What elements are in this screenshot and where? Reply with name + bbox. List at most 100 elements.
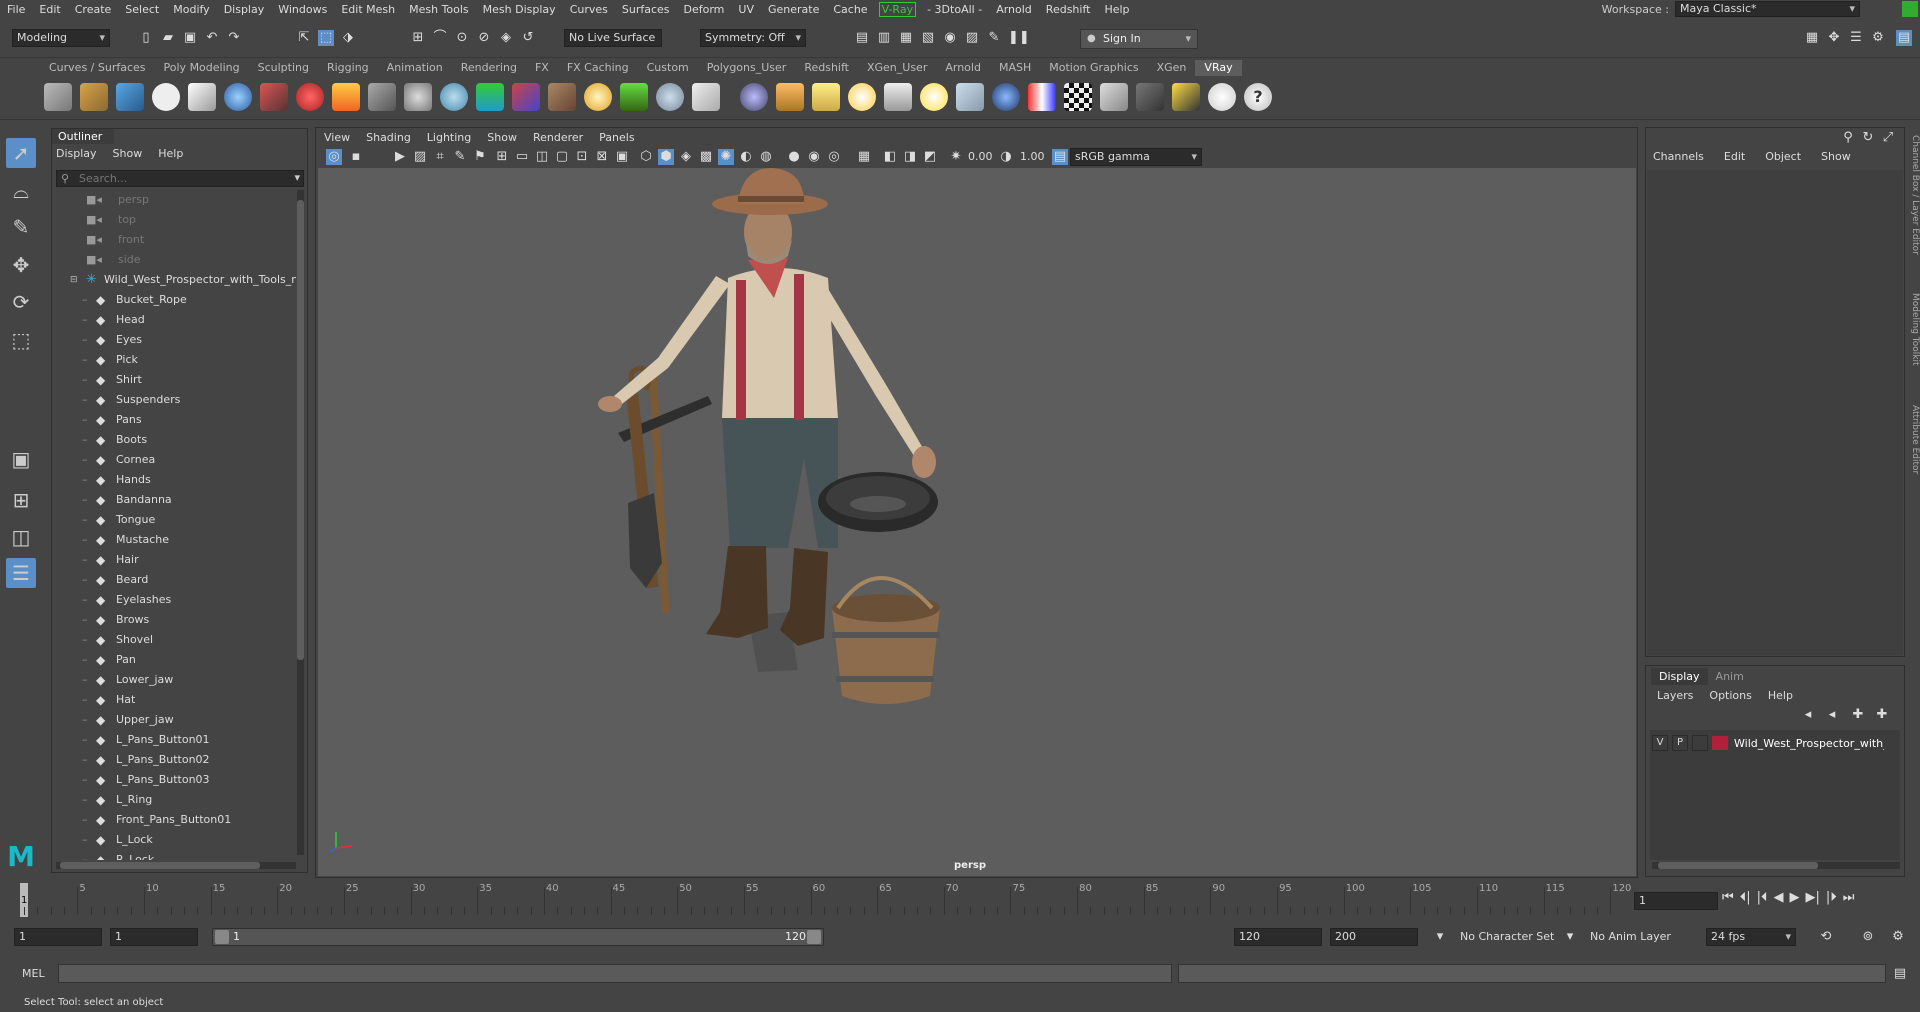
sign-in-button[interactable]: Sign In <box>1080 29 1198 49</box>
shelf-tab-rendering[interactable]: Rendering <box>452 60 526 76</box>
vray-vfb-icon[interactable] <box>116 83 144 111</box>
undo-icon[interactable]: ↶ <box>204 30 220 46</box>
shelf-tab-custom[interactable]: Custom <box>638 60 698 76</box>
bookmark-flag-icon[interactable]: ⚑ <box>472 149 488 165</box>
vray-ipr-icon[interactable]: ▨ <box>964 30 980 46</box>
select-hierarchy-icon[interactable]: ⇱ <box>296 30 312 46</box>
field-chart-icon[interactable]: ⊡ <box>574 149 590 165</box>
vray-frame-buffer-icon[interactable] <box>1100 83 1128 111</box>
menu-edit[interactable]: Edit <box>32 3 67 16</box>
outliner-item-mesh[interactable]: – ◆ Bucket_Rope <box>56 290 296 310</box>
vray-rope-icon[interactable] <box>692 83 720 111</box>
lasso-tool-icon[interactable]: ⌓ <box>6 176 36 206</box>
outliner-item-mesh[interactable]: – ◆ Shovel <box>56 630 296 650</box>
menu-cache[interactable]: Cache <box>826 3 874 16</box>
color-management-icon[interactable]: ▤ <box>1052 149 1068 165</box>
vray-dome-half-icon[interactable] <box>776 83 804 111</box>
cb-menu-object[interactable]: Object <box>1765 150 1801 163</box>
outliner-layout-icon[interactable]: ☰ <box>6 558 36 588</box>
snap-view-icon[interactable]: ⊘ <box>476 30 492 46</box>
vray-plane-icon[interactable] <box>404 83 432 111</box>
outliner-search-input[interactable] <box>57 171 267 186</box>
wireframe-on-shaded-icon[interactable]: ◈ <box>678 149 694 165</box>
xray-joints-icon[interactable]: ◨ <box>902 149 918 165</box>
resolution-gate-icon[interactable]: ◫ <box>534 149 550 165</box>
go-to-end-icon[interactable]: ⏭ <box>1843 890 1855 905</box>
step-back-frame-icon[interactable]: |⏴ <box>1757 890 1768 905</box>
shelf-tab-fx[interactable]: FX <box>526 60 558 76</box>
step-forward-frame-icon[interactable]: ▶| <box>1805 890 1819 905</box>
vray-mtl-icon[interactable] <box>260 83 288 111</box>
current-frame-field[interactable]: 1 <box>1634 892 1718 910</box>
smooth-shade-icon[interactable]: ⬢ <box>658 149 674 165</box>
pin-icon[interactable]: ⚲ <box>1840 130 1856 146</box>
vray-ies-icon[interactable] <box>884 83 912 111</box>
viewport-menu-show[interactable]: Show <box>487 131 517 144</box>
move-layer-up-icon[interactable]: ◂ <box>1800 707 1816 723</box>
menu-surfaces[interactable]: Surfaces <box>615 3 677 16</box>
viewport-menu-panels[interactable]: Panels <box>599 131 634 144</box>
two-d-pan-icon[interactable]: ⌗ <box>432 149 448 165</box>
layer-menu-options[interactable]: Options <box>1709 689 1751 702</box>
shelf-tab-animation[interactable]: Animation <box>378 60 452 76</box>
scrollbar-thumb[interactable] <box>1658 862 1818 869</box>
shelf-tab-poly-modeling[interactable]: Poly Modeling <box>155 60 249 76</box>
layer-tab-display[interactable]: Display <box>1651 668 1708 685</box>
outliner-item-mesh[interactable]: – ◆ Pans <box>56 410 296 430</box>
shelf-tab-redshift[interactable]: Redshift <box>795 60 858 76</box>
vray-logo-icon[interactable] <box>152 83 180 111</box>
ipr-render-icon[interactable]: ▦ <box>898 30 914 46</box>
character-set-menu[interactable]: No Character Set <box>1454 928 1558 946</box>
outliner-item-mesh[interactable]: – ◆ Hat <box>56 690 296 710</box>
outliner-item-mesh[interactable]: – ◆ L_Pans_Button02 <box>56 750 296 770</box>
anim-layer-menu[interactable]: No Anim Layer <box>1584 928 1684 946</box>
cb-menu-edit[interactable]: Edit <box>1724 150 1745 163</box>
vray-sphere-icon[interactable] <box>224 83 252 111</box>
step-forward-key-icon[interactable]: |⏵ <box>1826 890 1837 905</box>
shelf-tab-polygons-user[interactable]: Polygons_User <box>698 60 796 76</box>
outliner-item-side[interactable]: ■◂ side <box>56 250 296 270</box>
menu-mesh-display[interactable]: Mesh Display <box>476 3 563 16</box>
menuset-dropdown[interactable]: Modeling <box>12 29 110 47</box>
move-layer-down-icon[interactable]: ◂ <box>1824 707 1840 723</box>
menu-uv[interactable]: UV <box>731 3 761 16</box>
chevron-down-icon[interactable]: ▾ <box>294 171 300 184</box>
gamma-icon[interactable]: ◑ <box>998 149 1014 165</box>
layer-color-swatch[interactable] <box>1712 736 1728 750</box>
move-tool-icon[interactable]: ✥ <box>6 250 36 280</box>
shelf-tab-motion-graphics[interactable]: Motion Graphics <box>1040 60 1147 76</box>
layer-horizontal-scrollbar[interactable] <box>1652 862 1900 869</box>
shelf-tab-fx-caching[interactable]: FX Caching <box>558 60 638 76</box>
vray-fire-icon[interactable] <box>332 83 360 111</box>
snap-curve-icon[interactable]: ⌒ <box>432 30 448 46</box>
shelf-tab-sculpting[interactable]: Sculpting <box>249 60 318 76</box>
outliner-item-mesh[interactable]: – ◆ L_Pans_Button01 <box>56 730 296 750</box>
safe-title-icon[interactable]: ▣ <box>614 149 630 165</box>
viewport-menu-lighting[interactable]: Lighting <box>427 131 471 144</box>
side-tab-channel-box[interactable]: Channel Box / Layer Editor <box>1906 135 1920 255</box>
playback-end-field[interactable]: 120 <box>1234 928 1322 946</box>
vray-proxy-icon[interactable] <box>368 83 396 111</box>
outliner-menu-display[interactable]: Display <box>56 147 97 160</box>
outliner-item-mesh[interactable]: – ◆ Lower_jaw <box>56 670 296 690</box>
safe-action-icon[interactable]: ⊠ <box>594 149 610 165</box>
grid-toggle-icon[interactable]: ⊞ <box>494 149 510 165</box>
play-forward-icon[interactable]: ▶ <box>1789 890 1799 905</box>
outliner-item-mesh[interactable]: – ◆ Suspenders <box>56 390 296 410</box>
vray-grid-icon[interactable] <box>1136 83 1164 111</box>
vray-light-icon[interactable] <box>440 83 468 111</box>
outliner-item-mesh[interactable]: – ◆ Hair <box>56 550 296 570</box>
menu-display[interactable]: Display <box>217 3 272 16</box>
depth-of-field-icon[interactable]: ◎ <box>826 149 842 165</box>
lock-icon[interactable] <box>1902 1 1918 17</box>
menu-file[interactable]: File <box>0 3 32 16</box>
side-tab-modeling-toolkit[interactable]: Modeling Toolkit <box>1906 293 1920 366</box>
layer-menu-help[interactable]: Help <box>1768 689 1793 702</box>
filter-icon[interactable]: ⚲ <box>61 172 69 185</box>
isolate-select-icon[interactable]: ▦ <box>856 149 872 165</box>
viewport-menu-view[interactable]: View <box>324 131 350 144</box>
outliner-item-persp[interactable]: ■◂ persp <box>56 190 296 210</box>
collapse-icon[interactable]: ⊟ <box>70 270 78 290</box>
layer-display-type[interactable] <box>1692 735 1708 751</box>
new-scene-icon[interactable]: ▯ <box>138 30 154 46</box>
